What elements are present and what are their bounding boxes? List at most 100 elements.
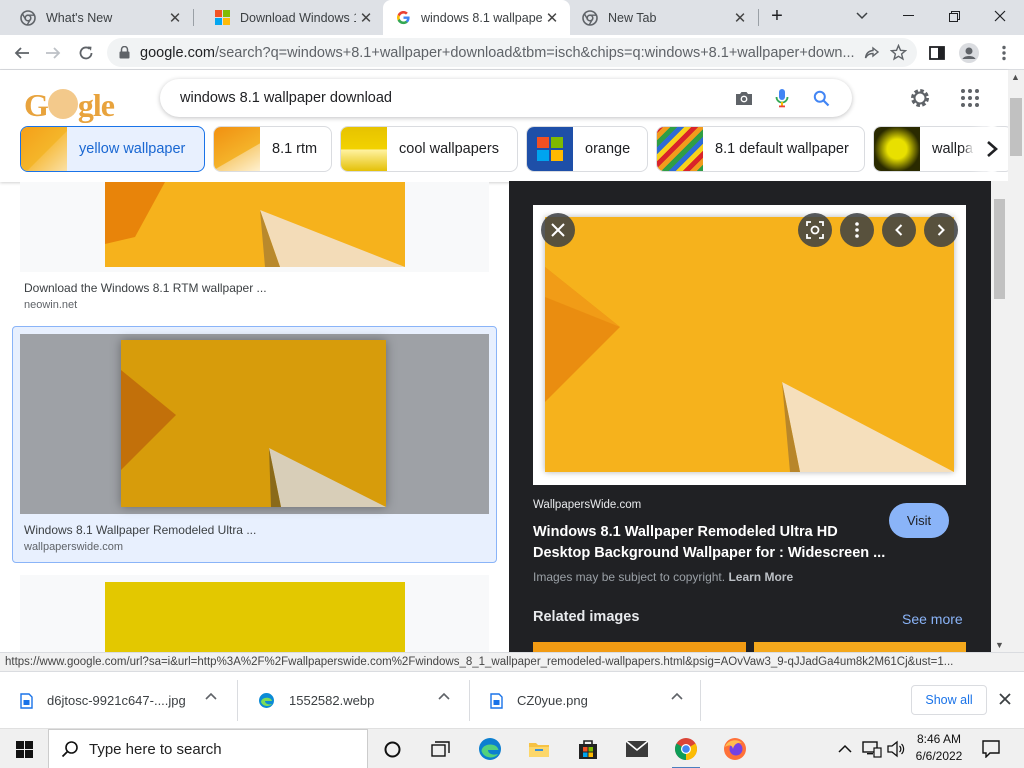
chip-8-1-default-wallpaper[interactable]: 8.1 default wallpaper [656, 126, 865, 172]
taskbar-mail[interactable] [613, 729, 661, 768]
side-panel-button[interactable] [921, 35, 953, 70]
download-options-chevron-icon[interactable] [205, 688, 217, 703]
taskbar-store[interactable] [564, 729, 612, 768]
tab-search-button[interactable] [840, 0, 884, 32]
scroll-up-arrow-icon[interactable]: ▲ [1011, 72, 1020, 82]
chip-cool-wallpapers[interactable]: cool wallpapers [340, 126, 518, 172]
volume-icon[interactable] [887, 740, 905, 761]
chip-8-1-rtm[interactable]: 8.1 rtm [213, 126, 332, 172]
taskbar-file-explorer[interactable] [515, 729, 563, 768]
preview-image[interactable] [545, 217, 954, 472]
address-bar[interactable]: google.com/search?q=windows+8.1+wallpape… [107, 38, 917, 67]
chrome-icon [582, 9, 598, 26]
result-image[interactable] [121, 340, 386, 507]
scrollbar-thumb[interactable] [994, 199, 1005, 299]
tab-strip: What's New ✕ Download Windows 11 ✕ windo… [0, 0, 1024, 35]
close-preview-button[interactable] [541, 213, 575, 247]
task-view-button[interactable] [416, 729, 464, 768]
microphone-icon[interactable] [775, 88, 789, 108]
preview-title-line: Windows 8.1 Wallpaper Remodeled Ultra HD [533, 524, 838, 540]
back-button[interactable] [6, 35, 38, 70]
result-source[interactable]: wallpaperswide.com [24, 541, 123, 553]
profile-button[interactable] [953, 35, 985, 70]
result-image[interactable] [105, 182, 405, 267]
chip-label: orange [585, 141, 631, 157]
download-options-chevron-icon[interactable] [438, 688, 450, 703]
close-tab-icon[interactable]: ✕ [165, 8, 185, 28]
result-title[interactable]: Windows 8.1 Wallpaper Remodeled Ultra ..… [24, 523, 256, 537]
search-box[interactable]: windows 8.1 wallpaper download [160, 79, 852, 117]
taskbar-search-box[interactable]: Type here to search [48, 729, 368, 768]
scrollbar-thumb[interactable] [1010, 98, 1022, 156]
search-icon[interactable] [813, 90, 830, 107]
related-image-thumb[interactable] [533, 642, 746, 652]
preview-title[interactable]: Windows 8.1 Wallpaper Remodeled Ultra HD… [533, 522, 885, 564]
chip-label: yellow wallpaper [79, 141, 186, 157]
previous-image-button[interactable] [882, 213, 916, 247]
taskbar-firefox[interactable] [711, 729, 759, 768]
lock-icon[interactable] [119, 46, 130, 59]
reload-button[interactable] [70, 35, 102, 70]
tab-new-tab[interactable]: New Tab ✕ [570, 0, 758, 35]
result-source[interactable]: neowin.net [24, 299, 77, 311]
download-item[interactable]: d6jtosc-9921c647-....jpg [0, 672, 237, 729]
google-lens-button[interactable] [798, 213, 832, 247]
bookmark-star-icon[interactable] [890, 44, 907, 61]
related-image-thumb[interactable] [754, 642, 966, 652]
cortana-button[interactable] [368, 729, 416, 768]
close-window-button[interactable] [978, 0, 1022, 32]
result-title[interactable]: Download the Windows 8.1 RTM wallpaper .… [24, 281, 267, 295]
network-icon[interactable] [862, 740, 882, 761]
next-image-button[interactable] [924, 213, 958, 247]
taskbar-edge[interactable] [466, 729, 514, 768]
tab-whats-new[interactable]: What's New ✕ [0, 0, 193, 35]
folder-icon [529, 743, 549, 757]
kebab-menu-icon [1002, 45, 1006, 60]
restore-button[interactable] [932, 0, 976, 32]
more-options-button[interactable] [840, 213, 874, 247]
chips-next-button[interactable] [974, 126, 1010, 172]
link-status-bar: https://www.google.com/url?sa=i&url=http… [0, 652, 1024, 671]
close-tab-icon[interactable]: ✕ [356, 8, 376, 28]
notifications-icon[interactable] [982, 740, 1000, 761]
preview-scrollbar[interactable]: ▼ [991, 181, 1008, 652]
settings-button[interactable] [906, 86, 934, 110]
forward-button[interactable] [37, 35, 69, 70]
tab-google-images[interactable]: windows 8.1 wallpaper ✕ [383, 0, 570, 35]
preview-source[interactable]: WallpapersWide.com [533, 499, 641, 511]
scroll-down-arrow-icon[interactable]: ▼ [995, 640, 1004, 650]
chip-yellow-wallpaper[interactable]: yellow wallpaper [20, 126, 205, 172]
download-item[interactable]: 1552582.webp [238, 672, 469, 729]
start-button[interactable] [0, 729, 48, 768]
visit-button[interactable]: Visit [889, 503, 949, 538]
show-all-downloads-button[interactable]: Show all [911, 685, 987, 715]
apps-button[interactable] [958, 86, 982, 110]
taskbar-chrome[interactable] [662, 729, 710, 768]
page-scrollbar[interactable]: ▲ [1008, 70, 1024, 652]
google-doodle-logo[interactable]: Ggle [24, 86, 115, 121]
share-icon[interactable] [864, 45, 880, 61]
file-icon [20, 692, 33, 709]
download-options-chevron-icon[interactable] [671, 688, 683, 703]
see-more-link[interactable]: See more [902, 611, 963, 627]
taskbar-clock[interactable]: 8:46 AM 6/6/2022 [906, 731, 972, 765]
chip-thumbnail [657, 127, 703, 171]
result-image[interactable] [105, 582, 405, 652]
search-query[interactable]: windows 8.1 wallpaper download [180, 90, 735, 106]
new-tab-button[interactable]: + [760, 0, 794, 32]
chip-thumbnail [874, 127, 920, 171]
close-tab-icon[interactable]: ✕ [730, 8, 750, 28]
chip-thumbnail [527, 127, 573, 171]
browser-toolbar: google.com/search?q=windows+8.1+wallpape… [0, 35, 1024, 70]
tab-download-windows-11[interactable]: Download Windows 11 ✕ [194, 0, 384, 35]
download-item[interactable]: CZ0yue.png [470, 672, 700, 729]
browser-menu-button[interactable] [988, 35, 1020, 70]
minimize-button[interactable] [886, 0, 930, 32]
close-shelf-icon[interactable] [998, 692, 1012, 709]
learn-more-link[interactable]: Learn More [728, 570, 793, 584]
plus-icon: + [771, 4, 783, 27]
close-tab-icon[interactable]: ✕ [542, 8, 562, 28]
camera-icon[interactable] [735, 90, 753, 106]
chip-orange[interactable]: orange [526, 126, 648, 172]
show-hidden-icons-chevron-icon[interactable] [838, 741, 856, 757]
